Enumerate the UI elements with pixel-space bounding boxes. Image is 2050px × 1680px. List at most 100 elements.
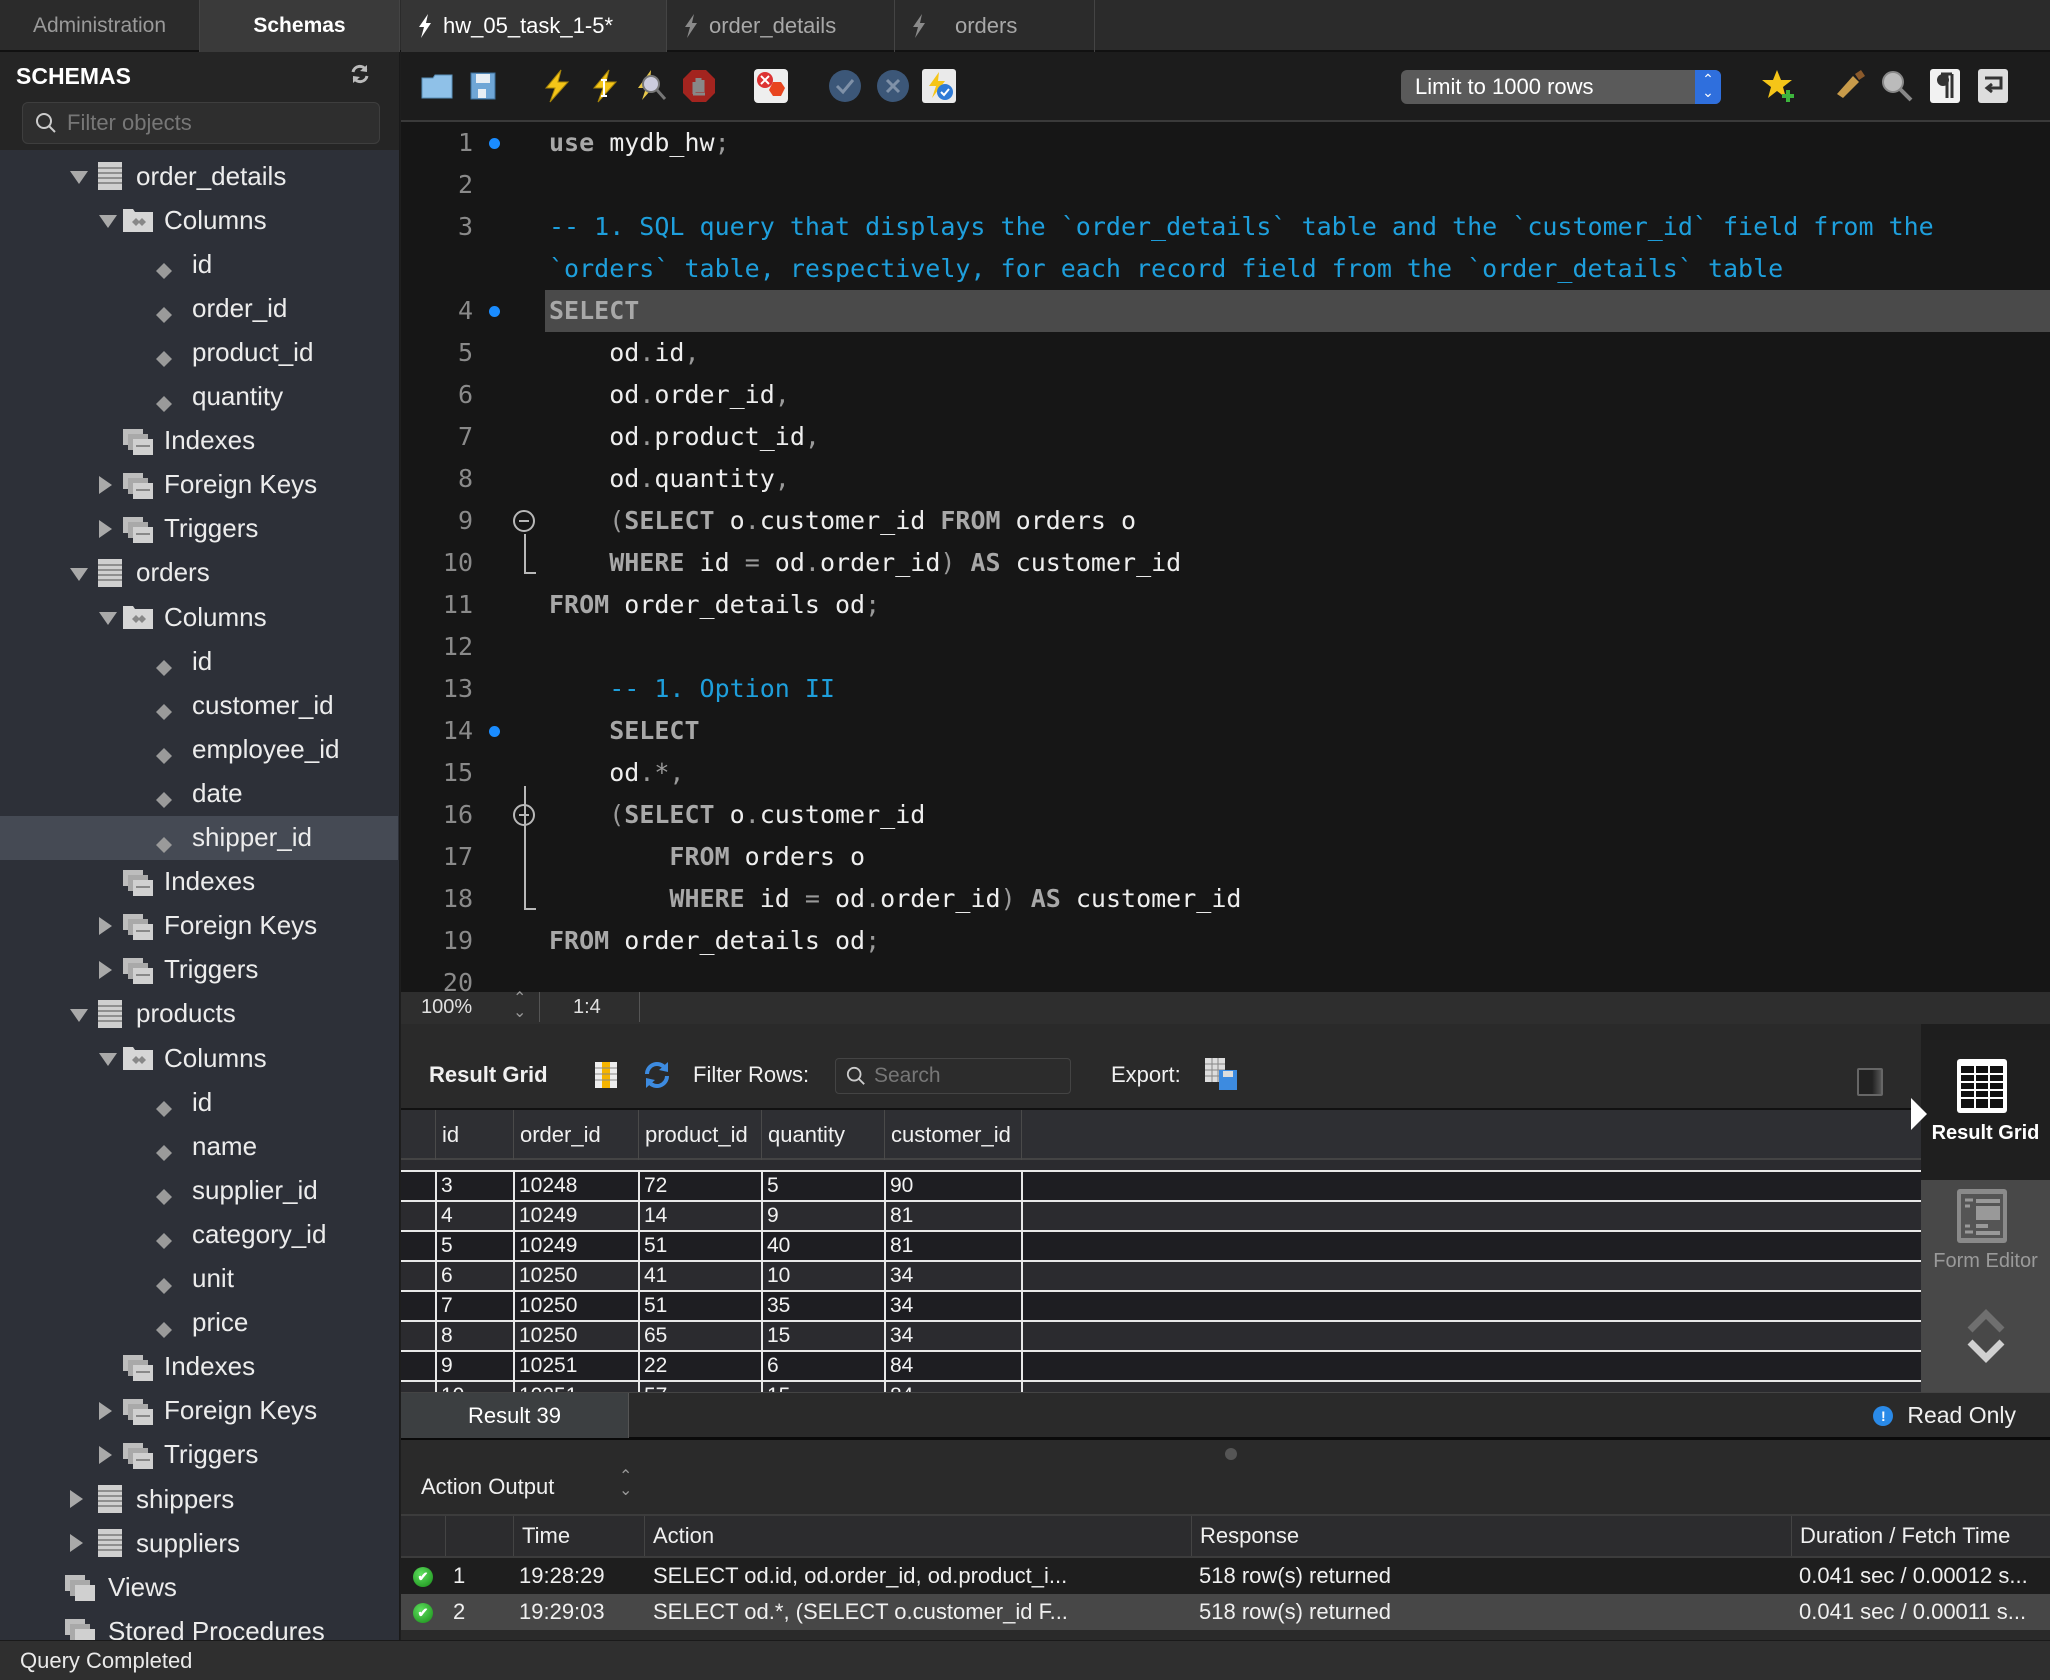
expand-triangle-icon[interactable] [70, 567, 88, 581]
output-column-header[interactable] [401, 1516, 445, 1556]
table-cell[interactable]: 22 [638, 1352, 761, 1380]
tree-item-folder-columns[interactable]: Columns [0, 595, 398, 639]
tree-item-folder[interactable]: Foreign Keys [0, 904, 398, 948]
collapse-triangle-icon[interactable] [99, 1401, 112, 1420]
table-row[interactable]: 8 10250 65 15 34 [401, 1320, 1921, 1350]
tree-item-column[interactable]: shipper_id [0, 815, 398, 860]
table-cell[interactable]: 5 [435, 1232, 513, 1260]
tree-item-table[interactable]: products [0, 992, 398, 1036]
tree-item-column[interactable]: customer_id [0, 683, 398, 727]
column-header[interactable]: id [435, 1110, 513, 1160]
collapse-triangle-icon[interactable] [99, 1445, 112, 1464]
expand-triangle-icon[interactable] [70, 171, 88, 184]
table-cell[interactable]: 41 [638, 1262, 761, 1290]
filter-objects-input[interactable] [67, 110, 367, 136]
table-cell[interactable]: 34 [884, 1262, 1021, 1290]
code-line[interactable]: 1 use mydb_hw; [401, 122, 2050, 164]
table-cell[interactable]: 3 [435, 1172, 513, 1200]
expand-triangle-icon[interactable] [99, 215, 117, 229]
toggle-panel-icon[interactable] [1857, 1068, 1883, 1096]
query-tab-hw05[interactable]: hw_05_task_1-5* [401, 0, 667, 52]
tree-item-table[interactable]: shippers [0, 1477, 398, 1521]
table-cell[interactable]: 81 [884, 1202, 1021, 1230]
tree-item-folder[interactable]: Triggers [0, 507, 398, 551]
output-column-header[interactable] [445, 1516, 513, 1556]
filter-rows-input[interactable] [874, 1064, 1054, 1088]
code-line[interactable]: 11 FROM order_details od; [401, 584, 2050, 626]
stop-icon[interactable] [681, 68, 717, 104]
column-header[interactable]: customer_id [884, 1110, 1021, 1160]
find-icon[interactable] [1879, 68, 1915, 104]
code-line[interactable]: 2 [401, 164, 2050, 206]
zoom-level[interactable]: 100% [421, 996, 472, 1019]
autocommit-icon[interactable] [921, 68, 957, 104]
collapse-triangle-icon[interactable] [99, 916, 112, 935]
table-cell[interactable]: 9 [761, 1202, 884, 1230]
code-line[interactable]: 16 (SELECT o.customer_id [401, 794, 2050, 836]
code-line[interactable]: 12 [401, 626, 2050, 668]
filter-rows-field[interactable] [835, 1058, 1071, 1094]
refresh-icon[interactable] [348, 62, 372, 86]
expand-triangle-icon[interactable] [99, 612, 117, 625]
code-line[interactable]: 4 SELECT [401, 290, 2050, 332]
table-cell[interactable]: 57 [638, 1382, 761, 1392]
table-cell[interactable]: 34 [884, 1322, 1021, 1350]
table-cell[interactable]: 10 [761, 1262, 884, 1290]
continue-on-error-icon[interactable] [753, 68, 789, 104]
code-line[interactable]: 10 WHERE id = od.order_id) AS customer_i… [401, 542, 2050, 584]
collapse-triangle-icon[interactable] [70, 1534, 83, 1553]
invisible-characters-icon[interactable] [1927, 68, 1963, 104]
tab-administration[interactable]: Administration [0, 0, 200, 52]
limit-rows-select[interactable]: Limit to 1000 rows ⌃ ⌄ [1401, 70, 1721, 104]
table-cell[interactable]: 9 [435, 1352, 513, 1380]
table-cell[interactable]: 10249 [513, 1232, 638, 1260]
table-cell[interactable]: 72 [638, 1172, 761, 1200]
table-row[interactable]: 9 10251 22 6 84 [401, 1350, 1921, 1380]
table-row[interactable]: 3 10248 72 5 90 [401, 1170, 1921, 1200]
table-row[interactable]: 5 10249 51 40 81 [401, 1230, 1921, 1260]
tree-item-folder[interactable]: Foreign Keys [0, 463, 398, 507]
tree-item-folder[interactable]: Triggers [0, 1433, 398, 1477]
tree-item-column[interactable]: category_id [0, 1212, 398, 1256]
collapse-triangle-icon[interactable] [99, 519, 112, 538]
table-cell[interactable]: 10251 [513, 1382, 638, 1392]
table-cell[interactable]: 10251 [513, 1352, 638, 1380]
tree-item-column[interactable]: id [0, 639, 398, 683]
table-cell[interactable]: 14 [638, 1202, 761, 1230]
tree-item-table[interactable]: orders [0, 551, 398, 595]
table-cell[interactable]: 10250 [513, 1322, 638, 1350]
code-line[interactable]: 15 od.*, [401, 752, 2050, 794]
tree-item-column[interactable]: product_id [0, 330, 398, 374]
table-cell[interactable]: 6 [761, 1352, 884, 1380]
table-row[interactable]: 7 10250 51 35 34 [401, 1290, 1921, 1320]
tree-item-folder[interactable]: Indexes [0, 1345, 398, 1389]
table-cell[interactable]: 7 [435, 1292, 513, 1320]
output-column-header[interactable]: Action [644, 1516, 1191, 1556]
code-line[interactable]: 3 -- 1. SQL query that displays the `orde… [401, 206, 2050, 248]
code-line[interactable]: 20 [401, 962, 2050, 992]
tree-item-folder[interactable]: Indexes [0, 860, 398, 904]
tree-item-table[interactable]: order_details [0, 154, 398, 198]
table-cell[interactable]: 6 [435, 1262, 513, 1290]
collapse-triangle-icon[interactable] [99, 960, 112, 979]
tree-item-column[interactable]: unit [0, 1257, 398, 1301]
code-line[interactable]: 19 FROM order_details od; [401, 920, 2050, 962]
code-line[interactable]: 8 od.quantity, [401, 458, 2050, 500]
rollback-icon[interactable] [875, 68, 911, 104]
scroll-up-down-icon[interactable] [1966, 1306, 2006, 1366]
table-cell[interactable]: 15 [761, 1382, 884, 1392]
table-cell[interactable]: 51 [638, 1232, 761, 1260]
tree-item-column[interactable]: date [0, 771, 398, 815]
tree-item-column[interactable]: id [0, 1080, 398, 1124]
table-cell[interactable]: 10250 [513, 1292, 638, 1320]
tree-item-table[interactable]: suppliers [0, 1521, 398, 1565]
form-editor-view-button[interactable]: Form Editor [1921, 1188, 2050, 1388]
zoom-stepper-icon[interactable]: ⌃ ⌄ [513, 991, 526, 1021]
export-icon[interactable] [1203, 1056, 1239, 1092]
tree-item-column[interactable]: name [0, 1124, 398, 1168]
output-column-header[interactable]: Duration / Fetch Time [1791, 1516, 2050, 1556]
explain-icon[interactable] [633, 68, 669, 104]
tree-item-column[interactable]: supplier_id [0, 1168, 398, 1212]
table-cell[interactable]: 51 [638, 1292, 761, 1320]
add-snippet-star-icon[interactable] [1761, 68, 1797, 104]
